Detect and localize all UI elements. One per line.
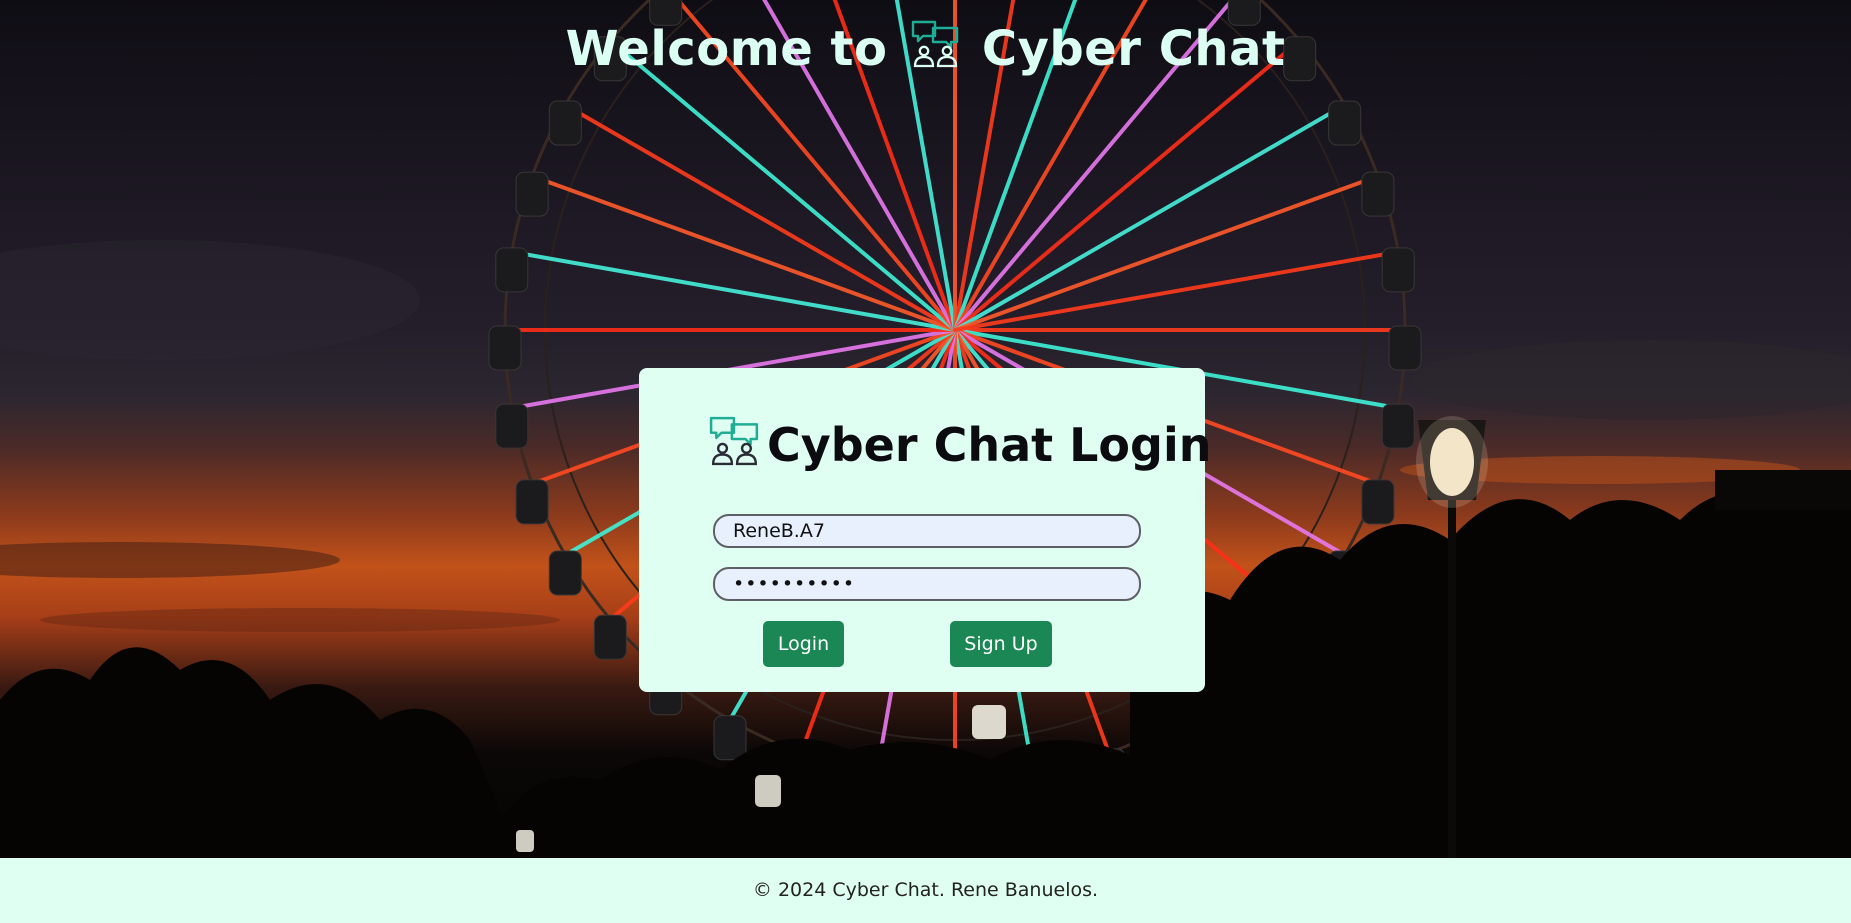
wheel-cabin: [488, 325, 522, 371]
wheel-cabin: [1381, 247, 1415, 293]
welcome-heading: Welcome to Cyber Chat: [0, 14, 1851, 87]
chat-group-icon: [911, 17, 961, 87]
footer-copyright: © 2024 Cyber Chat. Rene Banuelos.: [752, 879, 1099, 901]
wheel-cabin: [1361, 171, 1395, 217]
wheel-cabin: [713, 715, 747, 761]
wheel-cabin: [495, 403, 529, 449]
login-title-text: Cyber Chat Login: [767, 418, 1212, 472]
password-input[interactable]: [713, 567, 1141, 601]
wheel-cabin: [548, 550, 582, 596]
wheel-cabin: [1328, 100, 1362, 146]
wheel-cabin: [515, 171, 549, 217]
welcome-prefix: Welcome to: [565, 21, 888, 77]
login-button[interactable]: Login: [763, 621, 844, 667]
footer: © 2024 Cyber Chat. Rene Banuelos.: [0, 858, 1851, 923]
wheel-cabin: [1381, 403, 1415, 449]
username-input[interactable]: [713, 514, 1141, 548]
welcome-brand: Cyber Chat: [981, 21, 1286, 77]
wheel-cabin: [1388, 325, 1422, 371]
wheel-cabin: [1361, 479, 1395, 525]
chat-group-icon: [709, 414, 761, 477]
wheel-cabin: [548, 100, 582, 146]
wheel-cabin: [495, 247, 529, 293]
login-title: Cyber Chat Login: [709, 414, 1211, 476]
login-page: Welcome to Cyber Chat Cyber Chat Login R…: [0, 0, 1851, 923]
wheel-cabin: [593, 614, 627, 660]
sign-up-button[interactable]: Sign Up: [950, 621, 1052, 667]
login-card: Cyber Chat Login Login Sign Up: [639, 368, 1211, 692]
wheel-cabin: [515, 479, 549, 525]
